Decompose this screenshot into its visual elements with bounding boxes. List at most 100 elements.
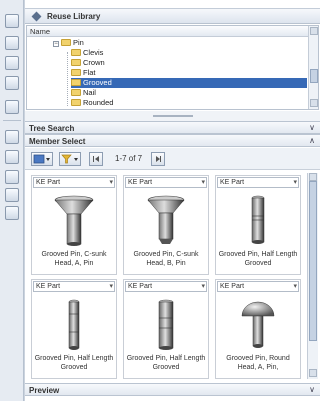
chevron-down-icon[interactable]: ∨ — [309, 385, 315, 394]
member-caption: Grooved Pin, C-sunk Head, A, Pin — [41, 251, 107, 267]
next-page-button[interactable] — [151, 152, 165, 166]
member-grid-scrollbar[interactable] — [307, 173, 318, 379]
countersunk-pin-icon — [147, 195, 185, 244]
member-caption: Grooved Pin, Half Length Grooved — [218, 251, 298, 267]
folder-icon — [61, 39, 71, 46]
dropdown-arrow-icon: ▾ — [293, 179, 297, 186]
tree-item-crown[interactable]: Crown — [71, 58, 105, 68]
dropdown-arrow-icon: ▾ — [201, 179, 205, 186]
part-type-value: KE Part — [220, 179, 245, 186]
panel-splitter[interactable] — [25, 111, 320, 121]
library-tree[interactable]: Name − Pin Clevis Crown Flat Grooved Nail… — [26, 25, 319, 110]
round-head-pin-icon — [241, 301, 275, 348]
scroll-down-icon[interactable] — [310, 99, 318, 107]
cylindrical-pin-icon — [158, 299, 174, 350]
reuse-library-panel: Reuse Library Name − Pin Clevis Crown Fla… — [24, 0, 320, 401]
tree-item-label: Rounded — [83, 98, 114, 106]
part-type-select[interactable]: KE Part ▾ — [125, 281, 207, 292]
tree-item-pin[interactable]: − Pin — [53, 38, 84, 48]
tree-scrollbar[interactable] — [308, 26, 318, 109]
chevron-up-icon[interactable]: ∧ — [309, 136, 315, 145]
countersunk-pin-icon — [54, 195, 94, 246]
member-caption: Grooved Pin, Half Length Grooved — [34, 355, 114, 371]
library-icon[interactable] — [5, 14, 19, 28]
first-page-icon — [93, 156, 99, 162]
scroll-down-icon[interactable] — [309, 369, 317, 377]
member-caption: Grooved Pin, Half Length Grooved — [126, 355, 206, 371]
member-caption: Grooved Pin, Round Head, A, Pin, — [226, 355, 290, 371]
first-page-button[interactable] — [89, 152, 103, 166]
cylindrical-pin-icon — [68, 299, 80, 350]
scroll-up-icon[interactable] — [309, 173, 317, 181]
panel-diamond-icon — [31, 11, 42, 22]
scroll-up-icon[interactable] — [310, 27, 318, 35]
settings-icon[interactable] — [5, 130, 19, 144]
preview-section[interactable]: Preview ∨ — [25, 383, 320, 396]
tree-item-label: Clevis — [83, 48, 104, 57]
tree-item-label: Nail — [83, 88, 96, 97]
tree-search-section[interactable]: Tree Search ∨ — [25, 121, 320, 134]
tree-item-flat[interactable]: Flat — [71, 68, 96, 78]
chevron-down-icon[interactable]: ∨ — [309, 123, 315, 132]
page-counter: 1-7 of 7 — [115, 154, 143, 163]
tree-item-rounded[interactable]: Rounded — [71, 98, 113, 106]
dropdown-arrow-icon: ▾ — [109, 283, 113, 290]
part-type-select[interactable]: KE Part ▾ — [33, 281, 115, 292]
part-type-value: KE Part — [36, 179, 61, 186]
part-type-value: KE Part — [220, 283, 245, 290]
strip-divider — [3, 120, 21, 121]
tree-connector — [67, 52, 68, 106]
tree-column-header[interactable]: Name — [27, 26, 308, 37]
filter-icon — [61, 154, 78, 164]
part-type-select[interactable]: KE Part ▾ — [125, 177, 207, 188]
dropdown-arrow-icon: ▾ — [201, 283, 205, 290]
tree-item-grooved[interactable]: Grooved — [71, 78, 307, 88]
part-type-select[interactable]: KE Part ▾ — [217, 177, 299, 188]
cylindrical-pin-icon — [251, 195, 265, 244]
dropdown-arrow-icon: ▾ — [109, 179, 113, 186]
tree-item-label: Crown — [83, 58, 105, 67]
panel-titlebar: Reuse Library — [25, 8, 320, 24]
parts-icon[interactable] — [5, 76, 19, 90]
thumbnail-view-icon — [33, 154, 50, 164]
view-mode-button[interactable] — [31, 152, 53, 166]
member-card[interactable]: KE Part ▾ Grooved Pin, C-sunk Head, A, Pi… — [31, 175, 117, 275]
tree-item-nail[interactable]: Nail — [71, 88, 96, 98]
filter-button[interactable] — [59, 152, 81, 166]
part-type-select[interactable]: KE Part ▾ — [33, 177, 115, 188]
member-toolbar: 1-7 of 7 — [25, 148, 320, 170]
list-icon[interactable] — [5, 150, 19, 164]
splitter-grip-icon[interactable] — [153, 115, 193, 117]
tree-item-clevis[interactable]: Clevis — [71, 48, 103, 58]
member-grid: KE Part ▾ Grooved Pin, C-sunk Head, A, Pi… — [25, 171, 320, 381]
part-type-value: KE Part — [36, 283, 61, 290]
member-scroll-thumb[interactable] — [309, 181, 317, 341]
member-select-label: Member Select — [29, 137, 86, 146]
tree-item-label: Flat — [83, 68, 96, 77]
layers-icon[interactable] — [5, 100, 19, 114]
tree-scroll-thumb[interactable] — [310, 69, 318, 83]
recycle-icon[interactable] — [5, 56, 19, 70]
folder-icon[interactable] — [5, 206, 19, 220]
next-page-icon — [156, 156, 161, 162]
collapse-icon[interactable]: − — [53, 41, 59, 47]
folder-icon — [71, 49, 81, 56]
member-card[interactable]: KE Part ▾ Grooved Pin, Half Length Groove… — [123, 279, 209, 379]
pages-icon[interactable] — [5, 36, 19, 50]
folder-icon — [71, 59, 81, 66]
member-card[interactable]: KE Part ▾ Grooved Pin, Round Head, A, Pin… — [215, 279, 301, 379]
preview-label: Preview — [29, 386, 60, 395]
part-type-value: KE Part — [128, 179, 153, 186]
left-tool-strip — [0, 0, 24, 401]
member-caption: Grooved Pin, C-sunk Head, B, Pin — [133, 251, 199, 267]
folder-icon — [71, 69, 81, 76]
part-type-select[interactable]: KE Part ▾ — [217, 281, 299, 292]
member-card[interactable]: KE Part ▾ Grooved Pin, C-sunk Head, B, Pi… — [123, 175, 209, 275]
tree-item-label: Pin — [73, 38, 84, 47]
tree-icon[interactable] — [5, 170, 19, 184]
cut-icon[interactable] — [5, 188, 19, 202]
member-select-section[interactable]: Member Select ∧ — [25, 134, 320, 147]
member-card[interactable]: KE Part ▾ Grooved Pin, Half Length Groove… — [31, 279, 117, 379]
member-card[interactable]: KE Part ▾ Grooved Pin, Half Length Groove… — [215, 175, 301, 275]
part-type-value: KE Part — [128, 283, 153, 290]
